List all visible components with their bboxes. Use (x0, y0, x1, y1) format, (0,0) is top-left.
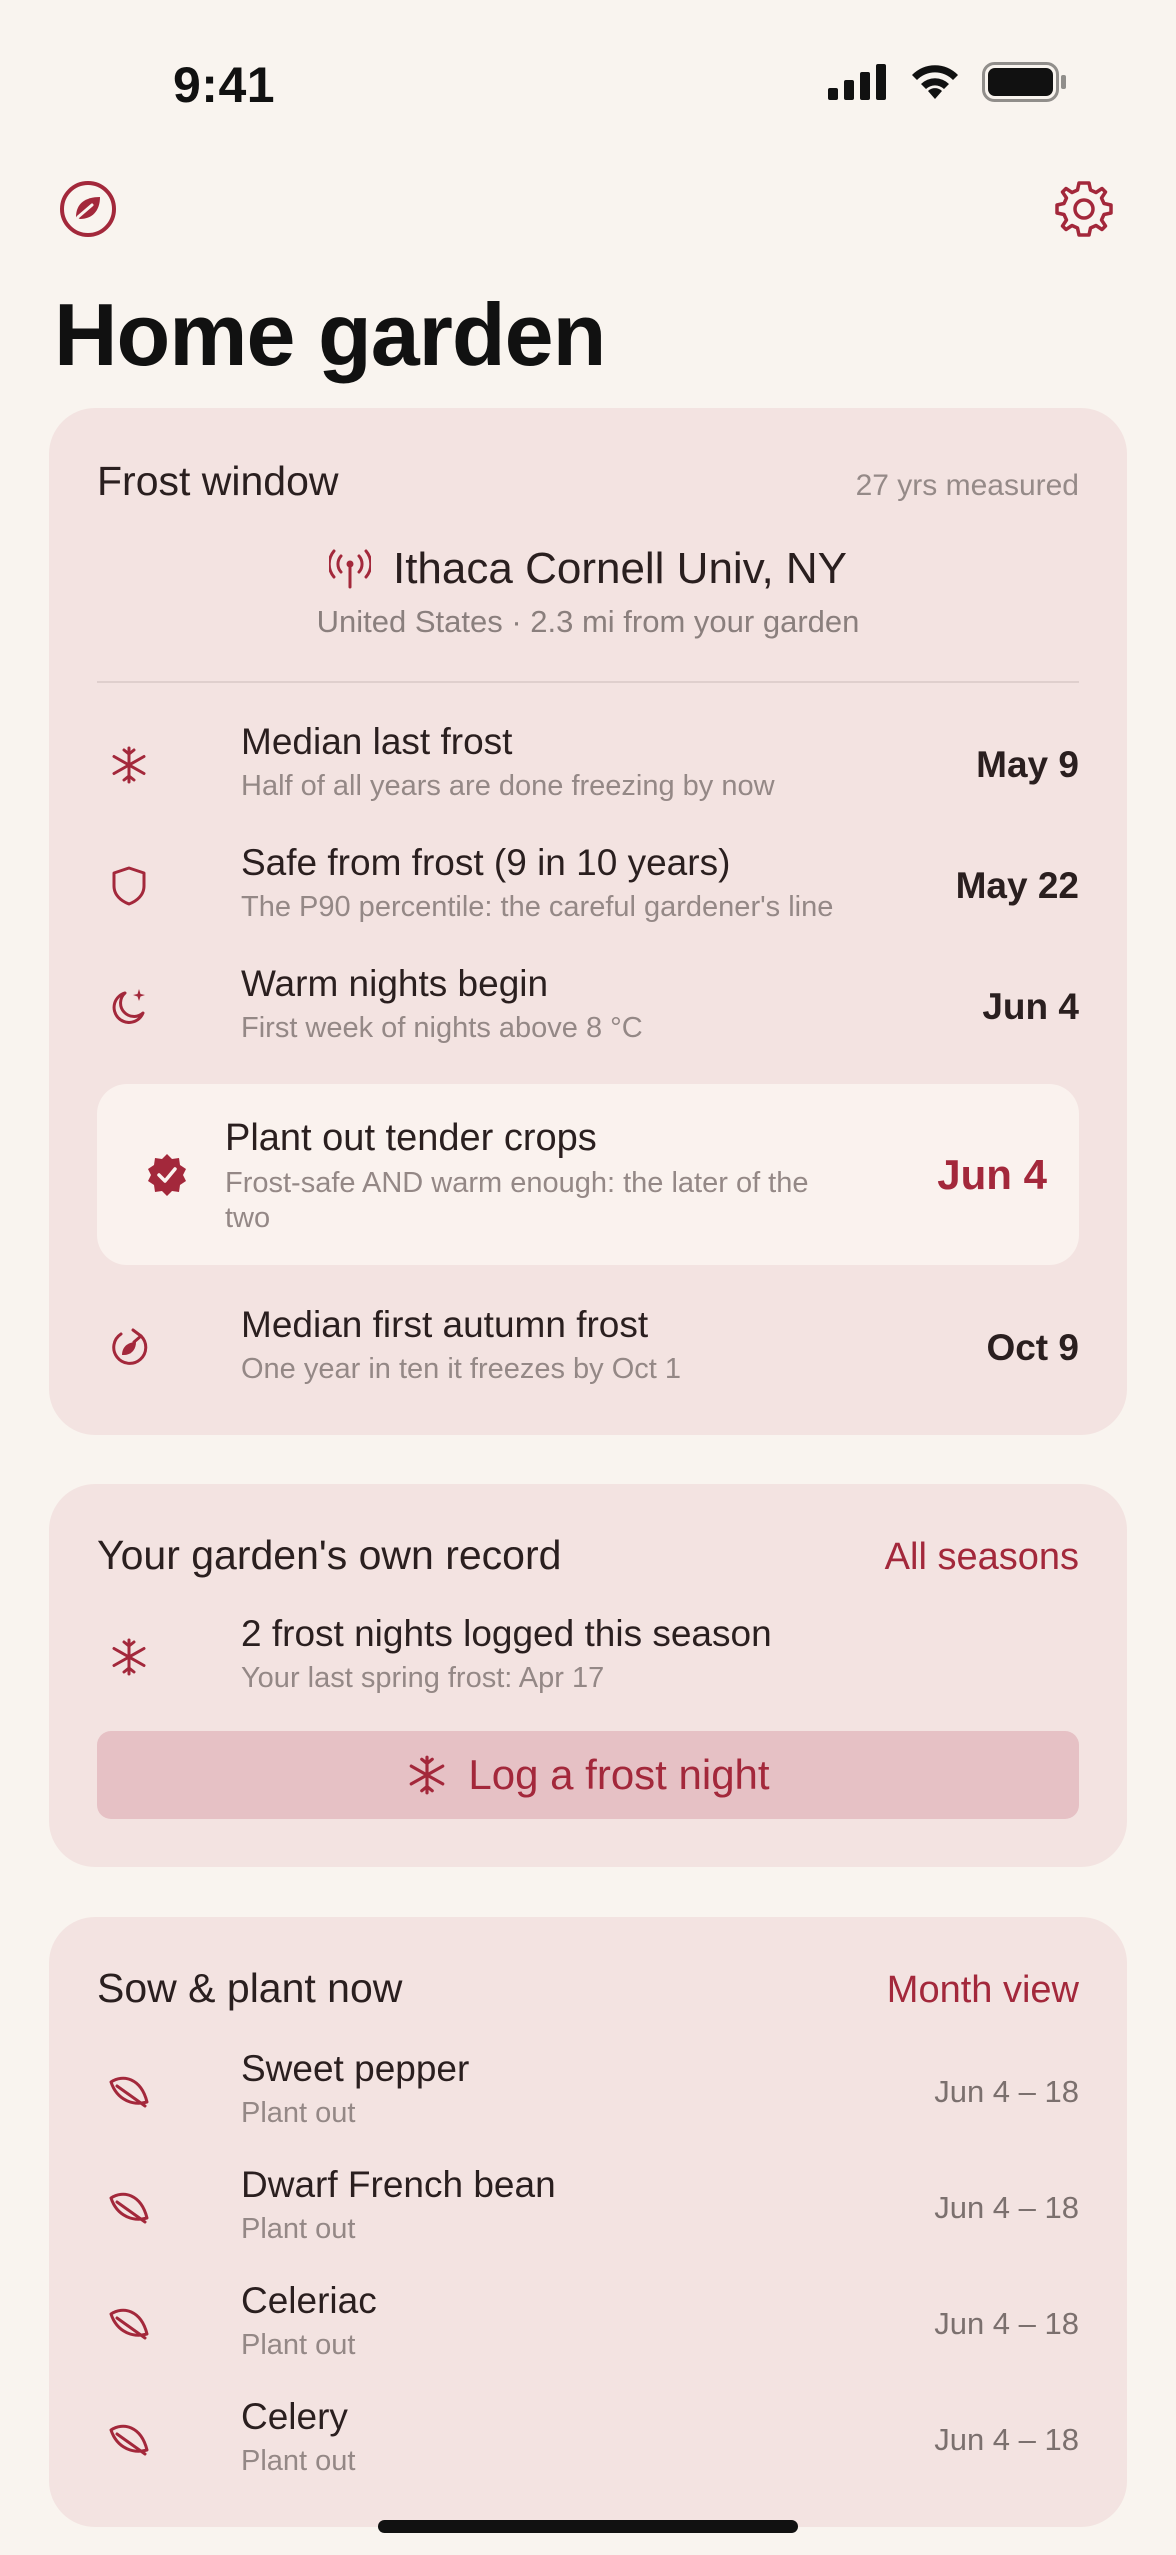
antenna-icon (328, 549, 371, 589)
summary-subtitle: Your last spring frost: Apr 17 (241, 1662, 605, 1694)
month-view-link[interactable]: Month view (887, 1969, 1079, 2012)
all-seasons-link[interactable]: All seasons (885, 1536, 1079, 1579)
frost-nights-summary: 2 frost nights logged this season Your l… (97, 1612, 1079, 1702)
crop-action: Plant out (241, 2213, 356, 2245)
station-location: United States · 2.3 mi from your garden (316, 604, 860, 639)
highlight-date: Jun 4 (937, 1150, 1047, 1198)
station-name: Ithaca Cornell Univ, NY (392, 544, 848, 593)
list-item[interactable]: Celery Plant out Jun 4 – 18 (97, 2395, 1079, 2485)
cellular-signal-icon (828, 64, 886, 100)
sow-plant-header: Sow & plant now Month view (97, 1965, 1079, 2012)
snowflake-icon (410, 1755, 445, 1795)
leaf-badge-icon (60, 181, 116, 237)
row-date: May 9 (976, 744, 1079, 785)
frost-window-header: Frost window 27 yrs measured (97, 458, 1079, 505)
row-subtitle: First week of nights above 8 °C (241, 1012, 643, 1044)
crop-name: Dwarf French bean (241, 2164, 556, 2205)
divider (97, 681, 1079, 683)
crop-name: Celery (241, 2396, 348, 2437)
plant-out-highlight[interactable]: Plant out tender crops Frost-safe AND wa… (97, 1084, 1079, 1265)
crop-date-range: Jun 4 – 18 (934, 2422, 1079, 2457)
autumn-cycle-icon (97, 1316, 161, 1380)
row-date: Oct 9 (986, 1327, 1079, 1368)
frost-window-title: Frost window (97, 458, 339, 504)
check-seal-icon (135, 1143, 199, 1207)
sow-plant-card: Sow & plant now Month view Sweet pepper … (49, 1917, 1127, 2527)
highlight-subtitle: Frost-safe AND warm enough: the later of… (225, 1167, 809, 1234)
leaf-icon (97, 2292, 161, 2356)
crop-action: Plant out (241, 2329, 356, 2361)
leaf-icon (97, 2408, 161, 2472)
snowflake-icon (97, 733, 161, 797)
safe-from-frost-row: Safe from frost (9 in 10 years) The P90 … (97, 841, 1079, 931)
log-frost-night-label: Log a frost night (468, 1751, 770, 1798)
crop-date-range: Jun 4 – 18 (934, 2190, 1079, 2225)
row-date: Jun 4 (982, 986, 1079, 1027)
status-time: 9:41 (173, 57, 276, 113)
row-date: May 22 (955, 865, 1079, 906)
list-item[interactable]: Sweet pepper Plant out Jun 4 – 18 (97, 2047, 1079, 2137)
gear-icon (1055, 181, 1113, 237)
garden-record-header: Your garden's own record All seasons (97, 1532, 1079, 1579)
snowflake-icon (97, 1625, 161, 1689)
settings-button[interactable] (1052, 177, 1116, 241)
first-autumn-frost-row: Median first autumn frost One year in te… (97, 1303, 1079, 1393)
row-title: Safe from frost (9 in 10 years) (241, 842, 731, 883)
garden-record-card: Your garden's own record All seasons 2 f… (49, 1484, 1127, 1867)
highlight-title: Plant out tender crops (225, 1117, 597, 1159)
frost-window-card: Frost window 27 yrs measured Ithaca Corn… (49, 408, 1127, 1435)
list-item[interactable]: Celeriac Plant out Jun 4 – 18 (97, 2279, 1079, 2369)
battery-icon (982, 62, 1066, 102)
weather-station[interactable]: Ithaca Cornell Univ, NY United States · … (49, 544, 1127, 640)
median-last-frost-row: Median last frost Half of all years are … (97, 720, 1079, 810)
list-item[interactable]: Dwarf French bean Plant out Jun 4 – 18 (97, 2163, 1079, 2253)
sow-plant-title: Sow & plant now (97, 1965, 403, 2011)
row-subtitle: The P90 percentile: the careful gardener… (241, 891, 834, 923)
moon-stars-icon (97, 975, 161, 1039)
status-icons (828, 62, 1068, 102)
shield-icon (97, 854, 161, 918)
crop-action: Plant out (241, 2097, 356, 2129)
years-measured: 27 yrs measured (855, 469, 1079, 502)
row-subtitle: One year in ten it freezes by Oct 1 (241, 1353, 682, 1385)
leaf-icon (97, 2176, 161, 2240)
crop-action: Plant out (241, 2445, 356, 2477)
page-title: Home garden (54, 285, 606, 384)
wifi-icon (912, 65, 958, 99)
crop-date-range: Jun 4 – 18 (934, 2074, 1079, 2109)
warm-nights-row: Warm nights begin First week of nights a… (97, 962, 1079, 1052)
crop-name: Celeriac (241, 2280, 377, 2321)
garden-logo-button[interactable] (56, 177, 120, 241)
row-title: Warm nights begin (241, 963, 549, 1004)
crop-name: Sweet pepper (241, 2048, 470, 2089)
home-indicator[interactable] (378, 2520, 798, 2533)
row-title: Median first autumn frost (241, 1304, 649, 1345)
screen: 9:41 Home garden Frost window 27 yrs mea… (0, 0, 1176, 2555)
row-title: Median last frost (241, 721, 513, 762)
row-subtitle: Half of all years are done freezing by n… (241, 770, 775, 802)
leaf-icon (97, 2060, 161, 2124)
log-frost-night-button[interactable]: Log a frost night (97, 1731, 1079, 1819)
crop-date-range: Jun 4 – 18 (934, 2306, 1079, 2341)
garden-record-title: Your garden's own record (97, 1532, 562, 1578)
summary-title: 2 frost nights logged this season (241, 1613, 772, 1654)
